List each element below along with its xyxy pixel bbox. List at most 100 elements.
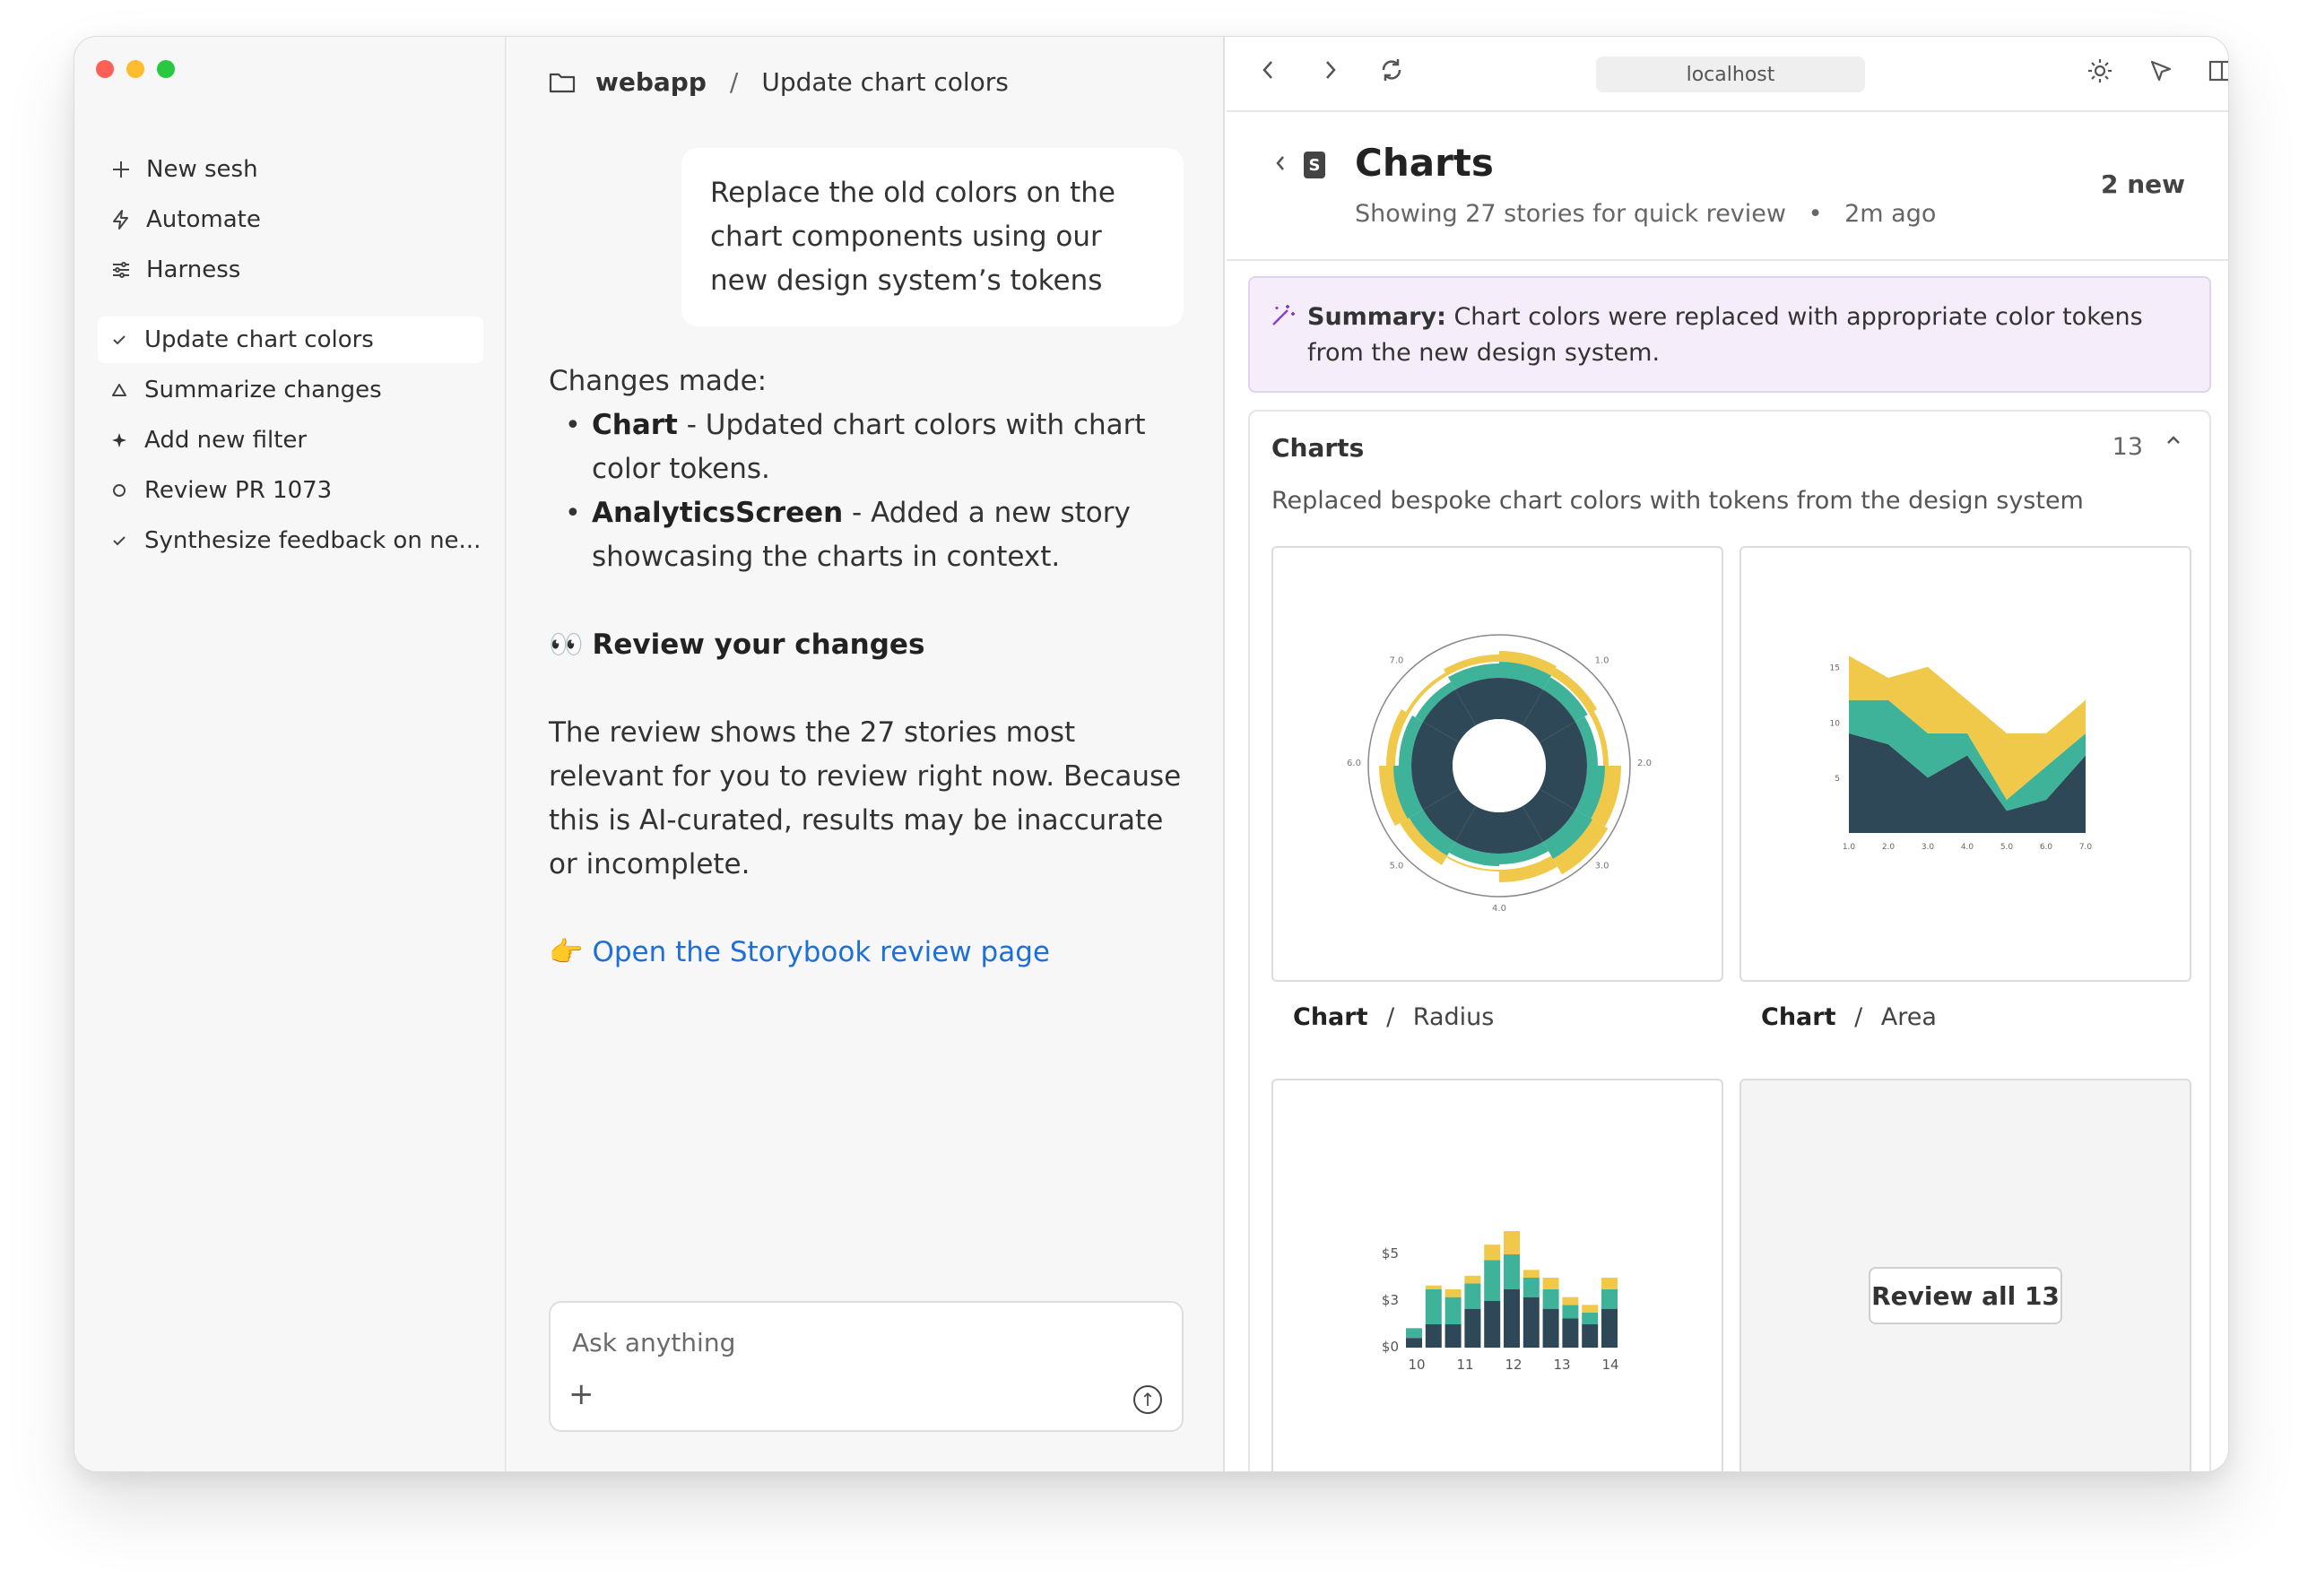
x-tick-label: 3.0: [1922, 843, 1935, 852]
session-item-update-chart-colors[interactable]: Update chart colors: [98, 317, 483, 363]
radial-hole: [1453, 719, 1546, 812]
bar-segment: [1406, 1328, 1422, 1339]
bar-segment: [1406, 1338, 1422, 1348]
check-icon: [110, 532, 144, 550]
x-tick-label: 14: [1601, 1357, 1618, 1373]
chevron-up-icon[interactable]: [2163, 428, 2184, 457]
y-tick-label: $3: [1382, 1292, 1399, 1308]
radial-tick-label: 4.0: [1492, 904, 1506, 914]
sidebar: New sesh Automate Harness Update chart c…: [74, 37, 507, 1471]
bar-segment: [1601, 1308, 1618, 1348]
new-sesh-button[interactable]: New sesh: [98, 146, 258, 193]
y-tick-label: 15: [1830, 664, 1840, 673]
review-heading: 👀 Review your changes: [549, 623, 1194, 667]
new-count-badge: 2 new: [2100, 169, 2185, 199]
session-label: Add new filter: [144, 427, 308, 454]
user-message: Replace the old colors on the chart comp…: [681, 148, 1184, 326]
y-tick-label: $0: [1382, 1339, 1399, 1355]
story-label-radius[interactable]: Chart / Radius: [1293, 1003, 1494, 1031]
radius-chart: 1.0 2.0 3.0 4.0 5.0 6.0 7.0: [1347, 634, 1652, 914]
subtitle-text: Showing 27 stories for quick review: [1355, 200, 1786, 228]
x-tick-label: 10: [1408, 1357, 1425, 1373]
change-name: Chart: [592, 409, 678, 441]
story-tile-area[interactable]: 1.0 2.0 3.0 4.0 5.0 6.0 7.0 5 10 15: [1739, 546, 2191, 982]
review-all-button[interactable]: Review all 13: [1869, 1267, 2062, 1324]
assistant-message: Changes made: Chart - Updated chart colo…: [549, 360, 1194, 975]
triangle-icon: [110, 381, 144, 399]
review-text: The review shows the 27 stories most rel…: [549, 716, 1182, 880]
nav-label: Harness: [146, 256, 241, 283]
session-item-review-pr[interactable]: Review PR 1073: [98, 467, 483, 514]
breadcrumb-title: Update chart colors: [761, 67, 1009, 97]
reload-icon[interactable]: [1377, 56, 1406, 91]
close-window-button[interactable]: [96, 60, 114, 78]
maximize-window-button[interactable]: [157, 60, 175, 78]
nav-label: Automate: [146, 206, 261, 233]
chat-input-placeholder[interactable]: Ask anything: [572, 1328, 735, 1357]
story-tile-bar[interactable]: $0 $3 $5 10 11 12 13 14: [1271, 1079, 1723, 1471]
group-description: Replaced bespoke chart colors with token…: [1271, 487, 2084, 515]
chat-input-box[interactable]: Ask anything + ↑: [549, 1301, 1184, 1432]
session-label: Update chart colors: [144, 326, 374, 353]
radial-tick-label: 3.0: [1595, 862, 1609, 872]
breadcrumb-project[interactable]: webapp: [595, 67, 707, 97]
story-label-area[interactable]: Chart / Area: [1761, 1003, 1937, 1031]
x-tick-label: 2.0: [1882, 843, 1896, 852]
sun-icon[interactable]: [2086, 56, 2114, 92]
bar-segment: [1582, 1324, 1599, 1348]
x-tick-label: 5.0: [2000, 843, 2014, 852]
send-arrow-icon[interactable]: ↑: [1133, 1385, 1162, 1414]
story-name: Radius: [1412, 1003, 1495, 1031]
bar-segment: [1464, 1283, 1481, 1309]
sliders-icon: [110, 259, 146, 281]
radial-tick-label: 6.0: [1347, 759, 1361, 768]
bar-segment: [1601, 1278, 1618, 1289]
chevron-right-icon[interactable]: [1320, 56, 1341, 91]
minimize-window-button[interactable]: [126, 60, 144, 78]
bar-segment: [1523, 1278, 1540, 1297]
bar-segment: [1504, 1289, 1520, 1348]
review-heading-text: Review your changes: [592, 629, 925, 661]
area-chart: 1.0 2.0 3.0 4.0 5.0 6.0 7.0 5 10 15: [1830, 655, 2093, 852]
bar-segment: [1464, 1308, 1481, 1348]
check-icon: [110, 331, 144, 349]
automate-button[interactable]: Automate: [98, 196, 261, 243]
y-tick-label: 10: [1830, 719, 1841, 728]
plus-icon: [110, 159, 146, 180]
session-item-add-new-filter[interactable]: Add new filter: [98, 417, 483, 464]
folder-icon: [549, 71, 576, 94]
bar-segment: [1542, 1308, 1559, 1348]
story-tile-review-all: Review all 13: [1739, 1079, 2191, 1471]
harness-button[interactable]: Harness: [98, 247, 240, 293]
x-tick-label: 11: [1456, 1357, 1473, 1373]
changes-list: Chart - Updated chart colors with chart …: [549, 403, 1194, 579]
storybook-review-link[interactable]: Open the Storybook review page: [592, 936, 1050, 968]
bolt-icon: [110, 209, 146, 230]
back-chevron-icon[interactable]: [1271, 150, 1289, 184]
bar-segment: [1444, 1297, 1462, 1324]
storybook-logo-icon: S: [1304, 152, 1325, 178]
x-tick-label: 7.0: [2079, 843, 2093, 852]
summary-label: Summary:: [1307, 303, 1446, 331]
story-tile-radius[interactable]: 1.0 2.0 3.0 4.0 5.0 6.0 7.0: [1271, 546, 1723, 982]
app-window: New sesh Automate Harness Update chart c…: [74, 36, 2229, 1472]
summary-banner: Summary: Chart colors were replaced with…: [1248, 276, 2211, 393]
preview-panel: localhost S Charts Showing 27 stories fo…: [1227, 37, 2228, 1471]
bullet-separator: •: [1808, 200, 1823, 228]
bar-segment: [1504, 1231, 1520, 1254]
chevron-left-icon[interactable]: [1257, 56, 1279, 91]
group-title: Charts: [1271, 433, 1365, 463]
bar-segment: [1425, 1289, 1442, 1324]
session-item-summarize-changes[interactable]: Summarize changes: [98, 367, 483, 413]
url-bar[interactable]: localhost: [1596, 56, 1865, 92]
attach-plus-icon[interactable]: +: [568, 1376, 594, 1412]
breadcrumb: webapp / Update chart colors: [549, 67, 1009, 97]
x-tick-label: 6.0: [2040, 843, 2053, 852]
bar-segment: [1425, 1285, 1442, 1289]
circle-icon: [110, 481, 144, 499]
cursor-select-icon[interactable]: [2147, 56, 2175, 92]
bar-segment: [1542, 1278, 1559, 1289]
sidebar-toggle-icon[interactable]: [2206, 56, 2228, 92]
session-item-synthesize-feedback[interactable]: Synthesize feedback on ne...: [98, 517, 483, 564]
x-tick-label: 13: [1553, 1357, 1570, 1373]
